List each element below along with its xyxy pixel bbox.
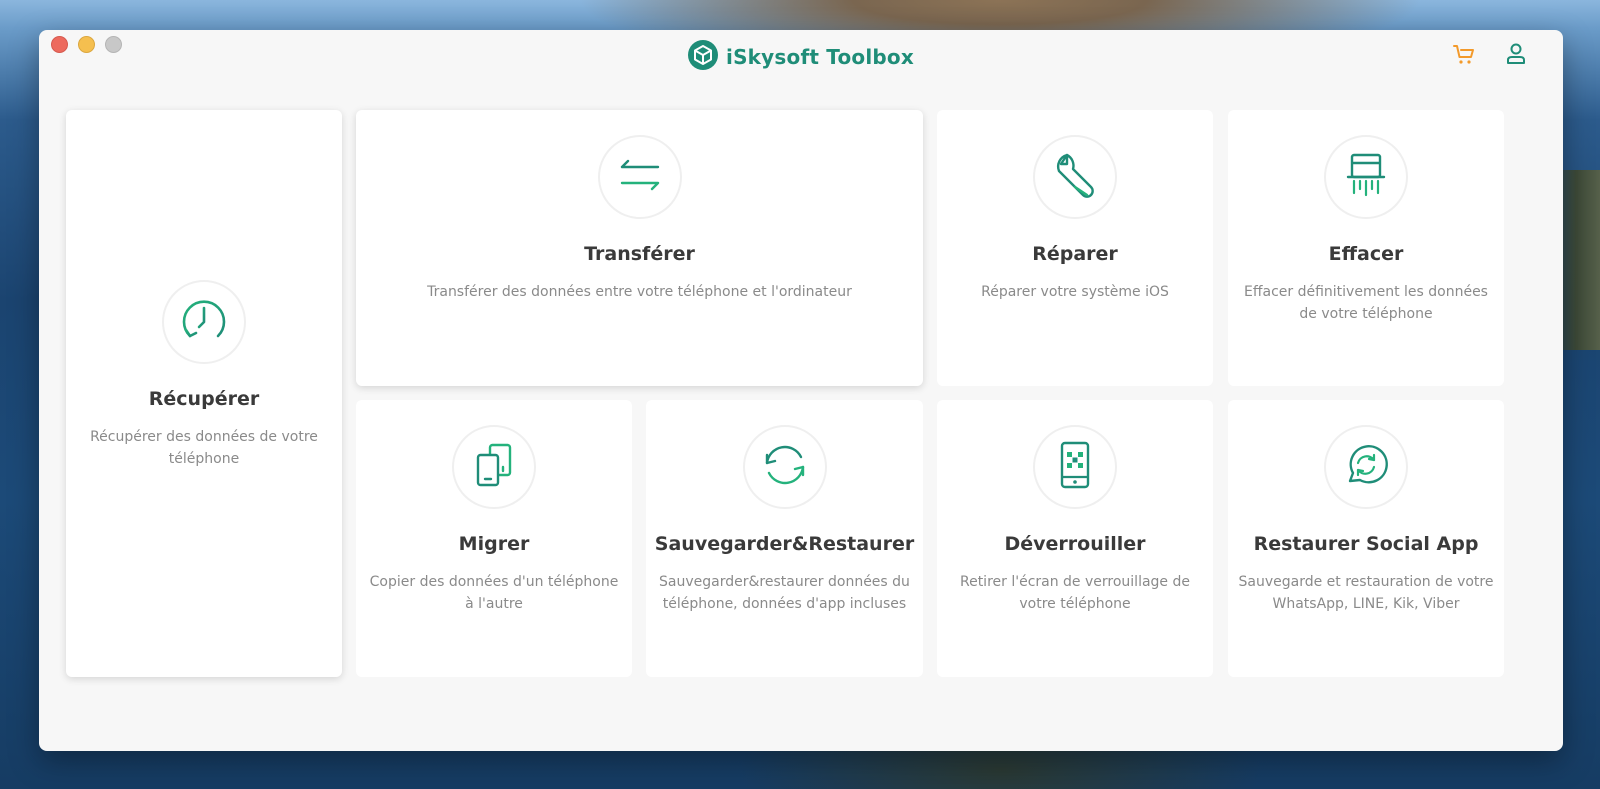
wrench-icon — [1047, 147, 1103, 207]
cart-icon — [1452, 42, 1476, 70]
card-title: Déverrouiller — [1004, 533, 1146, 555]
card-title: Sauvegarder&Restaurer — [654, 533, 915, 555]
card-restaurer-social-app[interactable]: Restaurer Social App Sauvegarde et resta… — [1228, 400, 1504, 677]
header-actions — [1451, 43, 1529, 69]
user-icon — [1505, 42, 1527, 70]
chat-sync-icon — [1338, 437, 1394, 497]
clock-restore-icon — [176, 292, 232, 352]
minimize-window-button[interactable] — [78, 36, 95, 53]
account-button[interactable] — [1503, 43, 1529, 69]
card-desc: Récupérer des données de votre téléphone — [90, 429, 318, 467]
phone-unlock-icon — [1047, 437, 1103, 497]
social-icon-wrap — [1324, 425, 1408, 509]
card-migrer[interactable]: Migrer Copier des données d'un téléphone… — [356, 400, 632, 677]
card-sauvegarder-restaurer[interactable]: Sauvegarder&Restaurer Sauvegarder&restau… — [646, 400, 923, 677]
phone-copy-icon — [466, 437, 522, 497]
card-title: Effacer — [1328, 243, 1404, 265]
app-window: iSkysoft Toolbox Récupérer Récupérer des… — [39, 30, 1563, 751]
recuperer-icon-wrap — [162, 280, 246, 364]
card-desc: Sauvegarde et restauration de votre What… — [1238, 574, 1494, 612]
card-deverrouiller[interactable]: Déverrouiller Retirer l'écran de verroui… — [937, 400, 1213, 677]
card-effacer[interactable]: Effacer Effacer définitivement les donné… — [1228, 110, 1504, 386]
card-reparer[interactable]: Réparer Réparer votre système iOS — [937, 110, 1213, 386]
transfer-arrows-icon — [614, 149, 666, 205]
app-title: iSkysoft Toolbox — [726, 45, 914, 69]
card-title: Restaurer Social App — [1253, 533, 1479, 555]
card-recuperer[interactable]: Récupérer Récupérer des données de votre… — [66, 110, 342, 677]
reparer-icon-wrap — [1033, 135, 1117, 219]
close-window-button[interactable] — [51, 36, 68, 53]
effacer-icon-wrap — [1324, 135, 1408, 219]
card-title: Réparer — [1032, 243, 1118, 265]
card-desc: Effacer définitivement les données de vo… — [1244, 284, 1488, 322]
card-desc: Copier des données d'un téléphone à l'au… — [369, 574, 619, 612]
card-title: Migrer — [458, 533, 530, 555]
deverrouiller-icon-wrap — [1033, 425, 1117, 509]
app-logo-icon — [688, 40, 719, 74]
card-title: Récupérer — [148, 388, 260, 410]
cart-button[interactable] — [1451, 43, 1477, 69]
card-desc: Transférer des données entre votre télép… — [427, 284, 852, 300]
migrer-icon-wrap — [452, 425, 536, 509]
zoom-window-button[interactable] — [105, 36, 122, 53]
shredder-icon — [1338, 147, 1394, 207]
card-title: Transférer — [584, 243, 695, 265]
window-controls — [51, 36, 122, 53]
sauvegarder-icon-wrap — [742, 425, 827, 509]
card-transferer[interactable]: Transférer Transférer des données entre … — [356, 110, 923, 386]
card-desc: Retirer l'écran de verrouillage de votre… — [959, 574, 1190, 612]
app-header: iSkysoft Toolbox — [39, 40, 1563, 74]
transferer-icon-wrap — [597, 135, 682, 219]
card-desc: Sauvegarder&restaurer données du télépho… — [659, 574, 910, 612]
card-desc: Réparer votre système iOS — [981, 284, 1169, 300]
sync-circle-icon — [757, 437, 813, 497]
